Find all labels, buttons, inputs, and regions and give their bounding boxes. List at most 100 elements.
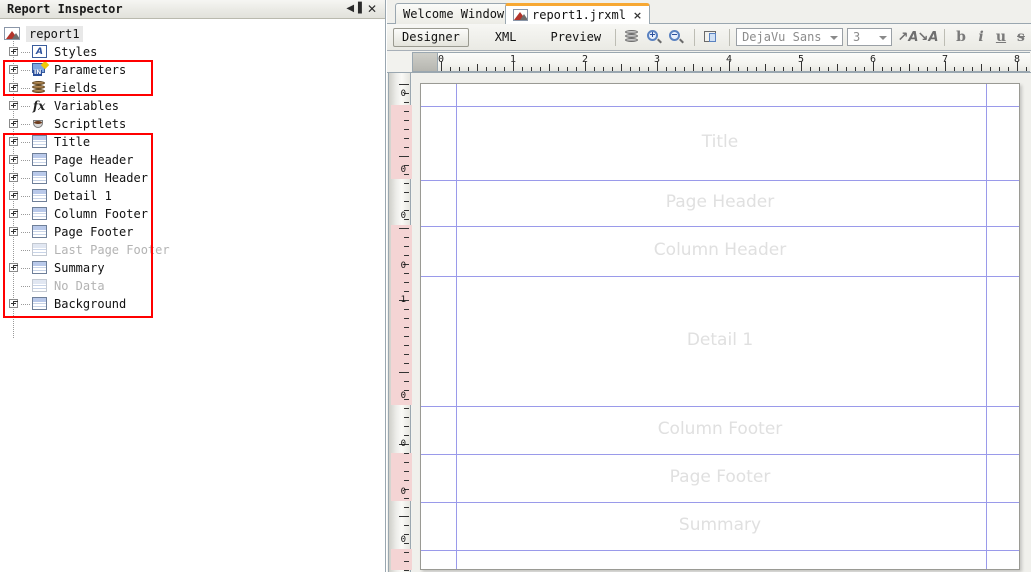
tree-node-label: report1 bbox=[26, 26, 83, 42]
increase-font-icon[interactable]: ↗A bbox=[898, 28, 919, 47]
design-canvas[interactable]: Title Page Header Column Header Detail 1 Col… bbox=[412, 73, 1031, 572]
toolbar-separator bbox=[729, 28, 731, 46]
band-separator[interactable] bbox=[421, 550, 1019, 551]
left-margin-guide bbox=[456, 84, 457, 569]
designer-toolbar: Designer XML Preview DejaVu Sans 3 ↗A ↘A… bbox=[387, 24, 1031, 51]
tree-node-label: No Data bbox=[54, 279, 105, 293]
horizontal-ruler[interactable]: 012345678 bbox=[387, 51, 1031, 73]
strikethrough-button[interactable]: s bbox=[1011, 28, 1031, 47]
expand-toggle-icon[interactable] bbox=[9, 118, 20, 130]
tab-report1-jrxml[interactable]: report1.jrxml × bbox=[505, 3, 651, 24]
band-separator[interactable] bbox=[421, 106, 1019, 107]
tree-node-last-page-footer[interactable]: Last Page Footer bbox=[0, 241, 385, 259]
expand-toggle-icon[interactable] bbox=[9, 82, 20, 94]
tree-node-summary[interactable]: Summary bbox=[0, 259, 385, 277]
view-button-designer[interactable]: Designer bbox=[393, 27, 469, 47]
ruler-tick bbox=[873, 61, 874, 71]
tree-node-label: Column Footer bbox=[54, 207, 148, 221]
bold-button[interactable]: b bbox=[951, 28, 971, 47]
ruler-tick bbox=[531, 67, 532, 71]
band-separator[interactable] bbox=[421, 180, 1019, 181]
tree-node-no-data[interactable]: No Data bbox=[0, 277, 385, 295]
ruler-label: 0 bbox=[400, 211, 406, 221]
report-page[interactable]: Title Page Header Column Header Detail 1 Col… bbox=[420, 83, 1020, 570]
band-separator[interactable] bbox=[421, 502, 1019, 503]
expand-toggle-icon[interactable] bbox=[9, 262, 20, 274]
font-family-select[interactable]: DejaVu Sans bbox=[736, 28, 844, 46]
expand-toggle-icon[interactable] bbox=[9, 208, 20, 220]
expand-toggle-icon[interactable] bbox=[9, 226, 20, 238]
tree-node-page-footer[interactable]: Page Footer bbox=[0, 223, 385, 241]
ruler-tick bbox=[855, 67, 856, 71]
tree-node-background[interactable]: Background bbox=[0, 295, 385, 313]
ruler-tick bbox=[404, 363, 409, 364]
ruler-tick bbox=[729, 61, 730, 71]
ruler-tick bbox=[666, 67, 667, 71]
expand-toggle-icon[interactable] bbox=[9, 190, 20, 202]
ruler-tick bbox=[891, 67, 892, 71]
ruler-tick bbox=[963, 67, 964, 71]
italic-button[interactable]: i bbox=[971, 28, 991, 47]
chevron-down-icon[interactable] bbox=[879, 36, 887, 40]
tree-node-fields[interactable]: Fields bbox=[0, 79, 385, 97]
tree-node-report1[interactable]: report1 bbox=[0, 25, 385, 43]
dataset-icon[interactable] bbox=[622, 28, 642, 47]
tree-connector bbox=[21, 285, 30, 287]
ruler-tick bbox=[399, 516, 409, 517]
ruler-tick bbox=[936, 67, 937, 71]
expand-toggle-icon[interactable] bbox=[9, 136, 20, 148]
ruler-tick bbox=[477, 64, 478, 71]
report-icon bbox=[513, 9, 528, 21]
band-icon bbox=[32, 153, 48, 167]
tree-node-column-footer[interactable]: Column Footer bbox=[0, 205, 385, 223]
tree-node-scriptlets[interactable]: Scriptlets bbox=[0, 115, 385, 133]
expand-toggle-icon[interactable] bbox=[9, 154, 20, 166]
band-separator[interactable] bbox=[421, 454, 1019, 455]
zoom-out-icon[interactable] bbox=[666, 28, 686, 47]
ruler-tick bbox=[404, 381, 409, 382]
vertical-ruler[interactable]: 0 0 0 0 1 0 0 0 0 bbox=[387, 73, 412, 572]
ruler-tick bbox=[720, 67, 721, 71]
tree-connector bbox=[21, 141, 30, 143]
band-icon bbox=[32, 189, 48, 203]
tab-close-icon[interactable]: × bbox=[633, 9, 642, 22]
expand-toggle-icon[interactable] bbox=[9, 100, 20, 112]
decrease-font-icon[interactable]: ↘A bbox=[918, 28, 939, 47]
expand-toggle-icon[interactable] bbox=[9, 64, 20, 76]
ruler-tick bbox=[404, 138, 409, 139]
view-button-preview[interactable]: Preview bbox=[542, 28, 609, 47]
ruler-tick bbox=[882, 67, 883, 71]
view-button-xml[interactable]: XML bbox=[487, 28, 525, 47]
tree-node-column-header[interactable]: Column Header bbox=[0, 169, 385, 187]
expand-toggle-icon[interactable] bbox=[9, 172, 20, 184]
ruler-left-cap bbox=[412, 52, 438, 72]
chevron-down-icon[interactable] bbox=[830, 36, 839, 40]
underline-button[interactable]: u bbox=[991, 28, 1011, 47]
ruler-tick bbox=[404, 129, 409, 130]
band-separator[interactable] bbox=[421, 276, 1019, 277]
collapse-left-icon[interactable]: ◀▐ bbox=[346, 2, 361, 16]
zoom-in-icon[interactable] bbox=[644, 28, 664, 47]
band-separator[interactable] bbox=[421, 226, 1019, 227]
tree-node-variables[interactable]: fx Variables bbox=[0, 97, 385, 115]
ruler-tick bbox=[404, 201, 409, 202]
ruler-tick bbox=[404, 327, 409, 328]
tree-node-title[interactable]: Title bbox=[0, 133, 385, 151]
report-tree[interactable]: report1 A Styles IN Parameters Fields fx… bbox=[0, 20, 385, 572]
close-icon[interactable]: ✕ bbox=[365, 2, 379, 16]
tree-connector bbox=[21, 195, 30, 197]
band-icon bbox=[32, 225, 48, 239]
band-separator[interactable] bbox=[421, 406, 1019, 407]
tree-node-parameters[interactable]: IN Parameters bbox=[0, 61, 385, 79]
expand-toggle-icon[interactable] bbox=[9, 46, 20, 58]
tree-node-page-header[interactable]: Page Header bbox=[0, 151, 385, 169]
tree-node-styles[interactable]: A Styles bbox=[0, 43, 385, 61]
ruler-tick bbox=[981, 64, 982, 71]
tree-connector bbox=[21, 159, 30, 161]
ruler-tick bbox=[404, 471, 409, 472]
font-size-select[interactable]: 3 bbox=[847, 28, 892, 46]
reset-format-icon[interactable] bbox=[701, 28, 721, 47]
tree-connector bbox=[21, 105, 30, 107]
tree-node-detail-1[interactable]: Detail 1 bbox=[0, 187, 385, 205]
expand-toggle-icon[interactable] bbox=[9, 298, 20, 310]
